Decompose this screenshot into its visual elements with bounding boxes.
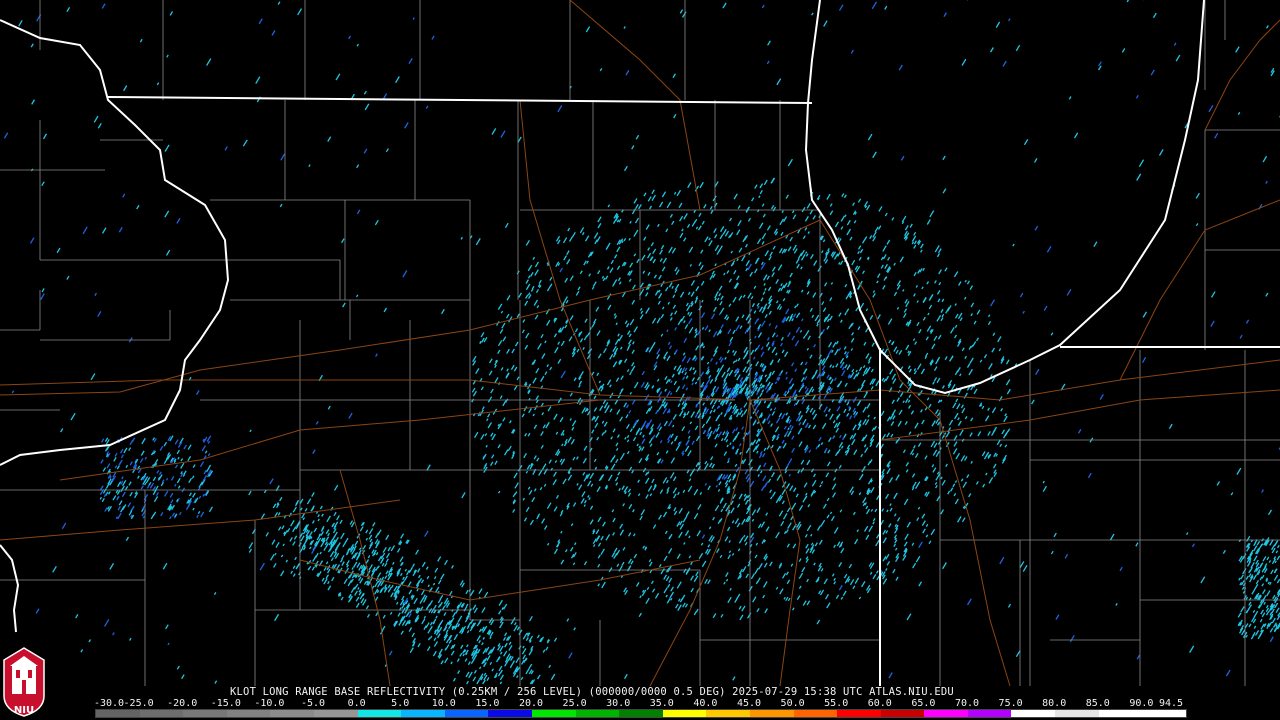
legend-swatch — [793, 710, 838, 717]
legend-swatch — [749, 710, 794, 717]
legend-swatch — [662, 710, 707, 717]
legend-tick-label: 94.5 — [1158, 698, 1184, 709]
legend-tick-label: 0.0 — [347, 698, 366, 709]
legend-tick-label: 10.0 — [431, 698, 456, 709]
state-borders — [0, 0, 1280, 686]
legend-tick-label: -20.0 — [167, 698, 198, 709]
legend-swatch — [401, 710, 445, 717]
radar-map — [0, 0, 1280, 686]
radar-site-marker — [735, 394, 747, 406]
legend-tick-label: -25.0 — [123, 698, 154, 709]
legend-swatch — [1098, 710, 1143, 717]
legend-swatch — [1142, 710, 1186, 717]
legend-swatch — [183, 710, 227, 717]
legend-tick-label: 90.0 — [1129, 698, 1154, 709]
legend-tick-label: 55.0 — [824, 698, 849, 709]
legend-swatch — [270, 710, 314, 717]
legend-tick-label: 40.0 — [693, 698, 718, 709]
legend-swatch — [967, 710, 1012, 717]
legend-swatch — [357, 710, 402, 717]
legend-tick-labels: -30.0 -25.0 -20.0 -15.0 -10.0 -5.0 0.0 5.0 10.0 1… — [93, 698, 1185, 709]
reflectivity-echoes — [3, 0, 1280, 685]
legend-swatch — [1055, 710, 1099, 717]
legend-tick-label: 85.0 — [1085, 698, 1110, 709]
legend-swatch — [575, 710, 620, 717]
legend-tick-label: 45.0 — [736, 698, 762, 709]
legend-swatch — [488, 710, 532, 717]
reflectivity-legend: -30.0 -25.0 -20.0 -15.0 -10.0 -5.0 0.0 5.0 10.0 1… — [93, 698, 1187, 720]
legend-swatch — [96, 710, 140, 717]
legend-swatch — [531, 710, 576, 717]
legend-tick-label: 65.0 — [911, 698, 936, 709]
legend-tick-label: 5.0 — [391, 698, 410, 709]
legend-swatch — [706, 710, 750, 717]
legend-tick-label: 70.0 — [954, 698, 980, 709]
legend-swatch — [313, 710, 358, 717]
legend-tick-label: -15.0 — [210, 698, 241, 709]
legend-tick-label: 25.0 — [562, 698, 587, 709]
legend-color-bar — [95, 709, 1187, 718]
legend-swatch — [1011, 710, 1056, 717]
legend-tick-label: -10.0 — [254, 698, 285, 709]
legend-tick-label: -5.0 — [300, 698, 326, 709]
legend-swatch — [619, 710, 663, 717]
legend-swatch — [880, 710, 925, 717]
county-borders — [0, 0, 1280, 686]
legend-tick-label: -30.0 — [93, 698, 125, 709]
legend-tick-label: 75.0 — [998, 698, 1023, 709]
legend-tick-label: 30.0 — [606, 698, 631, 709]
logo-text: NIU — [13, 705, 35, 716]
legend-swatch — [139, 710, 184, 717]
legend-tick-label: 20.0 — [518, 698, 544, 709]
legend-tick-label: 50.0 — [780, 698, 805, 709]
legend-swatch — [837, 710, 881, 717]
legend-tick-label: 15.0 — [475, 698, 500, 709]
legend-tick-label: 80.0 — [1042, 698, 1067, 709]
product-title: KLOT LONG RANGE BASE REFLECTIVITY (0.25K… — [230, 686, 954, 698]
highways — [0, 0, 1280, 686]
radar-map-view: KLOT LONG RANGE BASE REFLECTIVITY (0.25K… — [0, 0, 1280, 720]
legend-tick-label: 60.0 — [867, 698, 892, 709]
legend-swatch — [226, 710, 271, 717]
niu-logo: NIU — [2, 646, 46, 718]
legend-swatch — [924, 710, 968, 717]
legend-swatch — [444, 710, 489, 717]
legend-tick-label: 35.0 — [649, 698, 674, 709]
